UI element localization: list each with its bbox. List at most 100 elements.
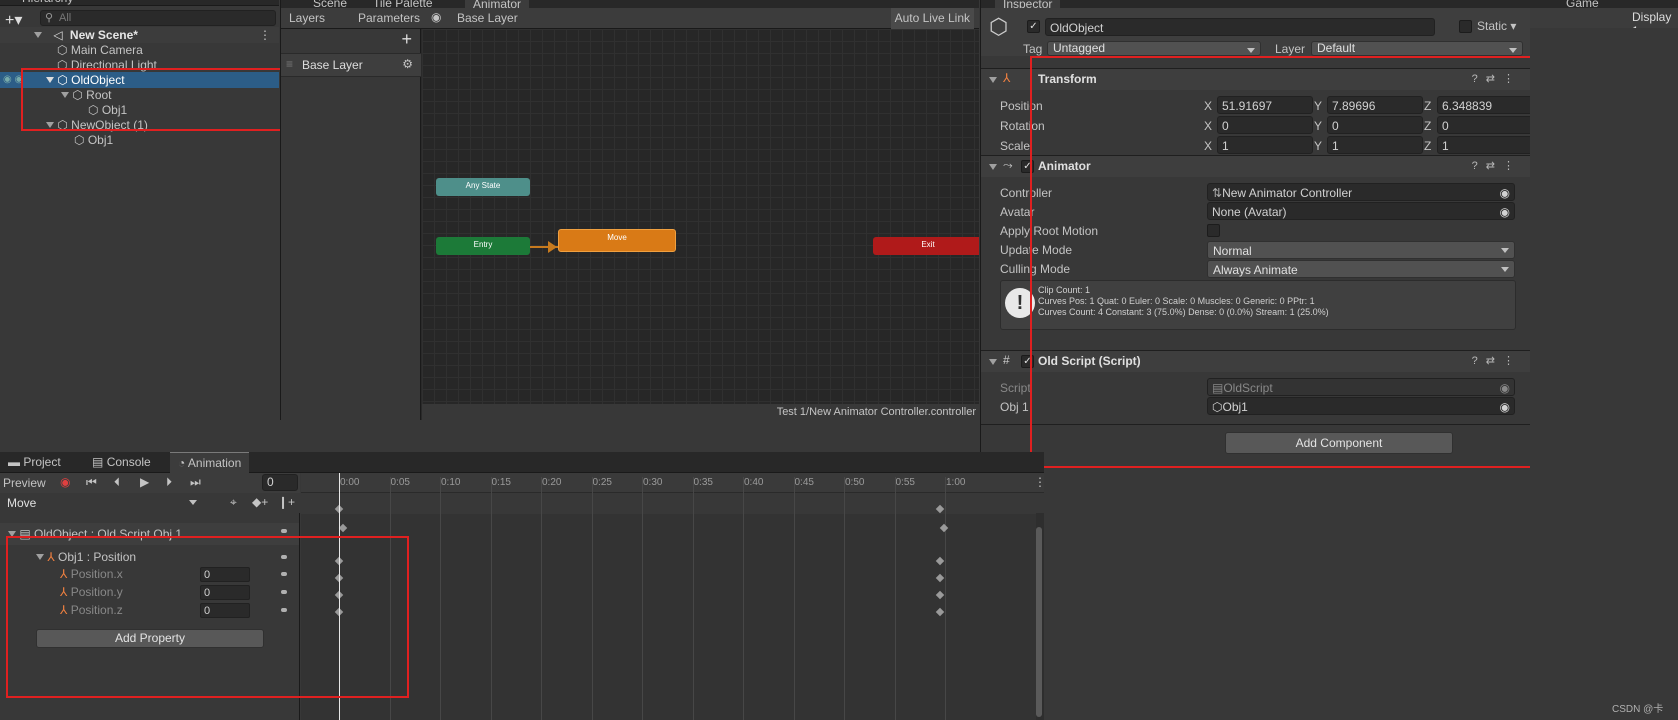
gameobject-cube-icon: ⬡ [989, 14, 1009, 39]
timeline[interactable]: 0:00 0:05 0:10 0:15 0:20 0:25 0:30 0:35 0:40 0:45… [301, 473, 1044, 720]
script-icon: # [1003, 353, 1010, 367]
keyframe-marker[interactable] [935, 607, 945, 617]
timeline-tick-label: 0:35 [693, 477, 713, 488]
timeline-gridline [541, 477, 542, 720]
clip-dropdown[interactable]: Move [2, 494, 202, 512]
search-icon: ⚲ [45, 12, 54, 24]
frame-field[interactable]: 0 [262, 474, 298, 491]
unity-scene-icon: ◁ [53, 28, 63, 42]
tab-hierarchy[interactable]: Hierarchy [14, 0, 81, 9]
static-dropdown[interactable]: Static ▾ [1477, 19, 1516, 33]
timeline-tick-label: 0:40 [744, 477, 764, 488]
gameobject-icon: ⬡ [57, 43, 68, 57]
timeline-tick-label: 0:15 [491, 477, 511, 488]
exit-node[interactable]: Exit [873, 237, 979, 255]
animation-toolbar: Preview ◉ ⏮ ⏴ ▶ ⏵ ⏭ 0 [0, 473, 300, 493]
timeline-tick-label: 0:30 [643, 477, 663, 488]
expand-arrow-icon[interactable] [989, 164, 997, 170]
animator-graph[interactable]: Any State Entry Move Exit [422, 29, 979, 404]
timeline-gridline [743, 477, 744, 720]
layer-dropdown[interactable]: Default [1311, 41, 1523, 56]
game-view-strip: Game Display 1 CSDN @卡 [1530, 0, 1678, 720]
timeline-ruler[interactable] [301, 473, 1044, 493]
keyframe-marker[interactable] [939, 523, 949, 533]
animator-toolbar: Layers Parameters ◉ Base Layer Auto Live… [281, 8, 979, 29]
keyframe-marker[interactable] [935, 590, 945, 600]
highlight-box-hierarchy [21, 68, 300, 131]
timeline-gridline [490, 477, 492, 720]
expand-arrow-icon[interactable] [989, 359, 997, 365]
timeline-tick-label: 0:20 [542, 477, 562, 488]
hierarchy-search-input[interactable]: ⚲ All [40, 10, 276, 26]
timeline-scrollbar[interactable] [1036, 513, 1044, 720]
active-checkbox[interactable]: ✓ [1027, 20, 1040, 33]
keyframe-marker[interactable] [338, 523, 348, 533]
timeline-gridline [894, 477, 896, 720]
static-checkbox[interactable] [1459, 20, 1472, 33]
hierarchy-item-main-camera[interactable]: ⬡ Main Camera [0, 42, 279, 58]
scene-menu-icon[interactable]: ⋮ [259, 27, 271, 43]
hierarchy-item-obj1-b[interactable]: ⬡ Obj1 [0, 132, 279, 148]
hierarchy-panel: Hierarchy +▾ ⚲ All ◁ New Scene* ⋮ ⬡ Main… [0, 0, 279, 420]
scrollbar-thumb[interactable] [1036, 527, 1042, 717]
transform-scale-label: Scale [1000, 139, 1031, 153]
gear-icon[interactable]: ⚙ [402, 57, 413, 71]
keyframe-marker[interactable] [935, 573, 945, 583]
expand-arrow-icon[interactable] [34, 32, 42, 38]
add-keyframe-icon[interactable]: ◆+ [252, 495, 268, 509]
tab-console[interactable]: ▤ Console [84, 452, 159, 473]
clock-icon: ◔ [178, 456, 186, 470]
expand-arrow-icon[interactable] [989, 77, 997, 83]
drag-handle-icon[interactable]: ≡ [286, 57, 293, 71]
controller-path: Test 1/New Animator Controller.controlle… [776, 406, 976, 418]
transition-arrowhead-icon [548, 241, 557, 253]
tab-project[interactable]: ▬ Project [0, 452, 69, 473]
watermark-text: CSDN @卡 [1612, 704, 1664, 715]
gameobject-icon: ⬡ [74, 133, 85, 147]
auto-live-link-button[interactable]: Auto Live Link [890, 8, 974, 29]
timeline-gridline [793, 477, 795, 720]
highlight-box-properties [6, 536, 409, 698]
folder-icon: ▬ [8, 455, 20, 469]
keyframe-filter-icon[interactable]: ⌖ [230, 495, 237, 510]
prev-key-button[interactable]: ⏴ [114, 475, 120, 490]
timeline-gridline [591, 477, 593, 720]
clip-toolbar: Move ⌖ ◆+ ❙+ [0, 493, 300, 513]
timeline-gridline [945, 477, 946, 720]
tag-dropdown[interactable]: Untagged [1047, 41, 1261, 56]
timeline-gridline [844, 477, 845, 720]
timeline-menu-icon[interactable]: ⋮ [1034, 475, 1044, 489]
next-key-button[interactable]: ⏵ [166, 475, 172, 490]
first-key-button[interactable]: ⏮ [86, 475, 97, 490]
tab-layers[interactable]: Layers [289, 11, 325, 25]
script-label: Script [1000, 381, 1031, 395]
layer-name: Base Layer [302, 58, 363, 72]
timeline-gridline [440, 477, 441, 720]
breadcrumb-base-layer[interactable]: Base Layer [457, 11, 518, 25]
inspector-tabbar [981, 0, 1530, 8]
entry-node[interactable]: Entry [436, 237, 530, 255]
game-view-backdrop [1530, 28, 1678, 720]
move-node[interactable]: Move [558, 229, 676, 252]
timeline-tick-label: 0:10 [441, 477, 461, 488]
console-icon: ▤ [92, 455, 104, 469]
animator-panel: Scene Tile Palette Animator Layers Param… [280, 0, 979, 420]
object-name-field[interactable]: OldObject [1045, 18, 1435, 36]
preview-toggle[interactable]: Preview [3, 476, 46, 490]
transform-icon: ⅄ [1003, 71, 1011, 85]
keyframe-marker[interactable] [935, 556, 945, 566]
eye-icon[interactable]: ◉ [431, 10, 441, 24]
options-icon[interactable] [281, 529, 287, 533]
any-state-node[interactable]: Any State [436, 178, 530, 196]
last-key-button[interactable]: ⏭ [190, 475, 201, 490]
add-event-icon[interactable]: ❙+ [278, 495, 295, 509]
record-button[interactable]: ◉ [60, 475, 70, 489]
tab-parameters[interactable]: Parameters [358, 11, 420, 25]
layer-item-base[interactable]: ≡ Base Layer ⚙ [281, 53, 421, 77]
scene-row[interactable]: ◁ New Scene* ⋮ [0, 27, 279, 43]
timeline-gridline [692, 477, 694, 720]
add-layer-button[interactable]: + [401, 29, 412, 50]
tab-animation[interactable]: ◔ Animation [170, 452, 250, 473]
play-button[interactable]: ▶ [140, 475, 149, 489]
animator-icon: ⤳ [1003, 158, 1013, 172]
